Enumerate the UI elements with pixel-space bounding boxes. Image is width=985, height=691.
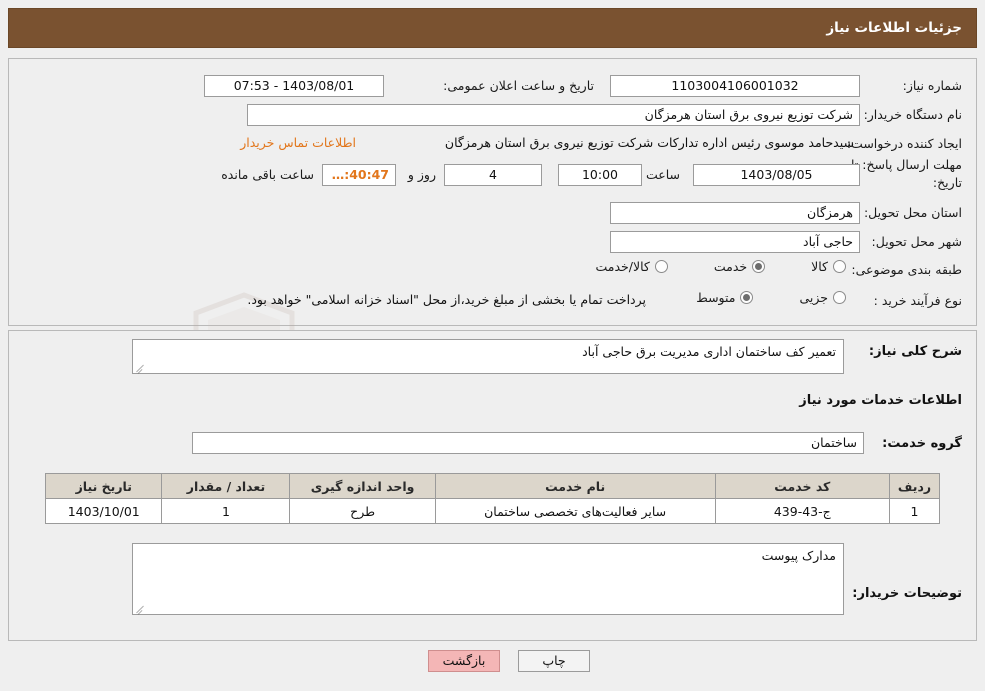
purchase-type-option-0-label: جزیی <box>799 290 828 305</box>
radio-icon[interactable] <box>833 291 846 304</box>
classification-label: طبقه بندی موضوعی: <box>851 262 962 277</box>
services-heading: اطلاعات خدمات مورد نیاز <box>799 393 962 408</box>
deadline-time-value: 10:00 <box>558 164 642 186</box>
buyer-org-label: نام دستگاه خریدار: <box>863 107 962 122</box>
buyer-notes-value: مدارک پیوست <box>761 548 836 563</box>
page-title: جزئیات اطلاعات نیاز <box>826 20 962 36</box>
deadline-days-value: 4 <box>444 164 542 186</box>
window-title-bar: جزئیات اطلاعات نیاز <box>8 8 977 48</box>
purchase-type-option-jozei[interactable]: جزیی <box>799 290 846 305</box>
radio-icon[interactable] <box>654 260 668 273</box>
buyer-notes-label: توضیحات خریدار: <box>852 586 962 601</box>
radio-icon[interactable] <box>833 260 846 273</box>
city-value: حاجی آباد <box>610 231 860 253</box>
buyer-notes-textarea[interactable]: مدارک پیوست <box>132 543 844 615</box>
deadline-countdown: 01:40:47 <box>322 164 396 186</box>
purchase-type-option-motavasset[interactable]: متوسط <box>696 290 754 305</box>
deadline-date-value: 1403/08/05 <box>693 164 860 186</box>
announce-datetime-label: تاریخ و ساعت اعلان عمومی: <box>443 78 594 93</box>
classification-option-1-label: خدمت <box>713 259 748 274</box>
row-classification: طبقه بندی موضوعی: <box>851 262 962 277</box>
cell-need-date: 1403/10/01 <box>44 498 163 524</box>
requester-label: ایجاد کننده درخواست: <box>846 136 962 151</box>
services-table: ردیف کد خدمت نام خدمت واحد اندازه گیری ت… <box>44 473 940 524</box>
deadline-days-label: روز و <box>407 167 436 182</box>
need-summary-label: شرح کلی نیاز: <box>868 344 962 359</box>
deadline-label-line2: تاریخ: <box>932 175 962 190</box>
table-row: 1 ج-43-439 سایر فعالیت‌های تخصصی ساختمان… <box>44 498 940 524</box>
classification-radio-group[interactable]: کالا خدمت کالا/خدمت <box>595 259 846 274</box>
row-province: استان محل تحویل: <box>863 205 962 220</box>
classification-option-0-label: کالا <box>811 259 828 274</box>
resize-grip-icon[interactable] <box>135 603 145 613</box>
cell-quantity: 1 <box>161 498 291 524</box>
row-purchase-type: نوع فرآیند خرید : <box>862 293 962 308</box>
need-info-panel: AriaTender.net شماره نیاز: 1103004106001… <box>8 58 977 410</box>
classification-option-kala-khedmat[interactable]: کالا/خدمت <box>595 259 668 274</box>
page-root: جزئیات اطلاعات نیاز AriaTender.net شماره… <box>0 0 985 691</box>
need-summary-value: تعمیر کف ساختمان اداری مدیریت برق حاجی آ… <box>582 344 836 359</box>
radio-icon[interactable] <box>752 260 766 273</box>
th-need-date: تاریخ نیاز <box>44 473 163 499</box>
need-number-value: 1103004106001032 <box>610 75 860 97</box>
city-label: شهر محل تحویل: <box>871 234 962 249</box>
row-city: شهر محل تحویل: <box>866 234 962 249</box>
classification-option-khedmat[interactable]: خدمت <box>713 259 766 274</box>
radio-icon[interactable] <box>740 291 754 304</box>
row-need-number: شماره نیاز: <box>866 78 962 93</box>
details-panel: شرح کلی نیاز: تعمیر کف ساختمان اداری مدی… <box>8 330 977 641</box>
classification-option-2-label: کالا/خدمت <box>595 259 650 274</box>
back-button[interactable]: بازگشت <box>428 650 500 672</box>
cell-service-name: سایر فعالیت‌های تخصصی ساختمان <box>434 498 716 524</box>
th-row: ردیف <box>889 473 940 499</box>
province-label: استان محل تحویل: <box>863 205 962 220</box>
need-summary-textarea[interactable]: تعمیر کف ساختمان اداری مدیریت برق حاجی آ… <box>132 339 844 374</box>
announce-datetime-value: 1403/08/01 - 07:53 <box>204 75 384 97</box>
row-requester: ایجاد کننده درخواست: <box>846 136 962 151</box>
cell-unit: طرح <box>289 498 436 524</box>
purchase-type-option-1-label: متوسط <box>696 290 736 305</box>
province-value: هرمزگان <box>610 202 860 224</box>
th-service-code: کد خدمت <box>714 473 891 499</box>
th-service-name: نام خدمت <box>434 473 716 499</box>
th-unit: واحد اندازه گیری <box>289 473 436 499</box>
row-buyer-org: نام دستگاه خریدار: <box>863 107 962 122</box>
requester-value: سیدحامد موسوی رئیس اداره تدارکات شرکت تو… <box>444 135 854 150</box>
cell-row: 1 <box>889 498 940 524</box>
table-header-row: ردیف کد خدمت نام خدمت واحد اندازه گیری ت… <box>44 473 940 499</box>
service-group-value: ساختمان <box>192 432 864 454</box>
deadline-remaining-label: ساعت باقی مانده <box>221 167 314 182</box>
resize-grip-icon[interactable] <box>135 362 145 372</box>
deadline-time-label: ساعت <box>645 167 680 182</box>
buyer-contact-link[interactable]: اطلاعات تماس خریدار <box>240 135 356 150</box>
print-button[interactable]: چاپ <box>518 650 590 672</box>
deadline-label-line1: مهلت ارسال پاسخ: تا <box>851 157 962 172</box>
cell-service-code: ج-43-439 <box>714 498 891 524</box>
th-quantity: تعداد / مقدار <box>161 473 291 499</box>
buyer-org-value: شرکت توزیع نیروی برق استان هرمزگان <box>247 104 860 126</box>
purchase-type-radio-group[interactable]: جزیی متوسط <box>696 290 846 305</box>
purchase-type-label: نوع فرآیند خرید : <box>873 293 962 308</box>
classification-option-kala[interactable]: کالا <box>811 259 846 274</box>
need-number-label: شماره نیاز: <box>902 78 962 93</box>
row-announce-datetime: تاریخ و ساعت اعلان عمومی: <box>443 78 594 93</box>
purchase-type-note: پرداخت تمام یا بخشی از مبلغ خرید،از محل … <box>247 292 646 307</box>
service-group-label: گروه خدمت: <box>882 436 962 451</box>
